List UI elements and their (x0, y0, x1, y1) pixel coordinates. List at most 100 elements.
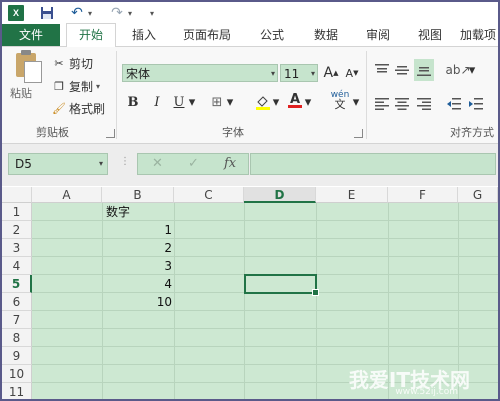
column-header-f[interactable]: F (388, 187, 458, 203)
resize-handle-icon[interactable]: ⋮ (120, 156, 130, 167)
customize-qat-icon[interactable]: ▾ (150, 5, 154, 21)
save-icon[interactable] (40, 5, 54, 21)
italic-button[interactable]: I (150, 93, 164, 111)
formula-bar: D5 ▾ ⋮ ✕ ✓ fx (2, 144, 498, 186)
phonetic-dropdown-icon[interactable]: ▾ (352, 93, 360, 111)
tab-file[interactable]: 文件 (2, 24, 60, 46)
decrease-indent-icon[interactable] (446, 95, 462, 113)
column-header-b[interactable]: B (102, 187, 174, 203)
name-box[interactable]: D5 ▾ (8, 153, 108, 175)
redo-icon[interactable]: ↷ (110, 5, 124, 21)
align-bottom-icon[interactable] (414, 59, 434, 81)
row-header-10[interactable]: 10 (2, 365, 32, 383)
copy-icon: ❐ (54, 80, 64, 93)
orientation-dropdown-icon[interactable]: ▾ (468, 61, 476, 79)
cut-button[interactable]: ✂ 剪切 (52, 55, 93, 72)
cut-label: 剪切 (69, 57, 94, 71)
borders-icon[interactable]: ⊞ (208, 93, 226, 111)
watermark-url: www.52ij.com (395, 387, 458, 397)
increase-indent-icon[interactable] (468, 95, 484, 113)
gridline (32, 346, 498, 347)
grow-font-button[interactable]: A ▲ (323, 64, 339, 82)
cell-b1[interactable]: 数字 (106, 203, 174, 221)
tab-view[interactable]: 视图 (408, 24, 452, 46)
underline-button[interactable]: U (172, 93, 186, 111)
cell-b5[interactable]: 4 (102, 275, 174, 293)
undo-dropdown-icon[interactable]: ▾ (88, 5, 92, 21)
gridline (32, 328, 498, 329)
font-launcher-icon[interactable] (354, 129, 363, 138)
shrink-font-button[interactable]: A ▼ (344, 64, 360, 82)
font-name-value: 宋体 (126, 67, 151, 81)
cancel-icon[interactable]: ✕ (152, 156, 163, 171)
align-left-icon[interactable] (374, 95, 390, 113)
column-header-e[interactable]: E (316, 187, 388, 203)
clipboard-group-label: 剪贴板 (36, 126, 69, 139)
active-cell-d5[interactable] (244, 274, 319, 296)
tab-addins[interactable]: 加载项 (460, 24, 498, 46)
insert-function-icon[interactable]: fx (224, 156, 236, 171)
paste-label: 粘贴 (10, 87, 32, 100)
cell-b2[interactable]: 1 (102, 221, 174, 239)
tab-home[interactable]: 开始 (66, 23, 116, 48)
group-divider (366, 51, 367, 139)
font-name-select[interactable]: 宋体 ▾ (122, 64, 278, 82)
tab-data[interactable]: 数据 (304, 24, 348, 46)
gridline (316, 203, 317, 399)
align-middle-icon[interactable] (394, 61, 410, 79)
row-header-2[interactable]: 2 (2, 221, 32, 239)
phonetic-guide-button[interactable]: wén 文 (328, 91, 352, 111)
column-header-a[interactable]: A (32, 187, 102, 203)
tab-insert[interactable]: 插入 (122, 24, 166, 46)
orientation-icon[interactable]: ab↗ (445, 61, 470, 79)
underline-dropdown-icon[interactable]: ▾ (188, 93, 196, 111)
align-top-icon[interactable] (374, 61, 390, 79)
cell-b4[interactable]: 3 (102, 257, 174, 275)
fill-color-dropdown-icon[interactable]: ▾ (272, 93, 280, 111)
bold-button[interactable]: B (126, 93, 140, 111)
row-header-6[interactable]: 6 (2, 293, 32, 311)
cell-b3[interactable]: 2 (102, 239, 174, 257)
borders-dropdown-icon[interactable]: ▾ (226, 93, 234, 111)
row-header-7[interactable]: 7 (2, 311, 32, 329)
align-right-icon[interactable] (416, 95, 432, 113)
align-center-icon[interactable] (394, 95, 410, 113)
copy-label: 复制 (69, 80, 94, 94)
row-header-5[interactable]: 5 (2, 275, 32, 293)
row-header-3[interactable]: 3 (2, 239, 32, 257)
font-color-dropdown-icon[interactable]: ▾ (304, 93, 312, 111)
tab-formulas[interactable]: 公式 (250, 24, 294, 46)
font-size-select[interactable]: 11 ▾ (280, 64, 318, 82)
copy-dropdown-icon[interactable]: ▾ (96, 82, 100, 91)
copy-button[interactable]: ❐ 复制 ▾ (52, 78, 100, 95)
row-header-8[interactable]: 8 (2, 329, 32, 347)
formula-input[interactable] (250, 153, 496, 175)
select-all-corner[interactable] (2, 187, 32, 203)
row-header-11[interactable]: 11 (2, 383, 32, 399)
gridline (244, 203, 245, 399)
format-painter-button[interactable]: 🖌 格式刷 (52, 100, 105, 117)
column-header-c[interactable]: C (174, 187, 244, 203)
scissors-icon: ✂ (54, 57, 64, 70)
worksheet-grid[interactable]: A B C D E F G 1 2 3 4 5 6 7 8 9 10 11 数字 (2, 187, 498, 399)
column-header-d[interactable]: D (244, 187, 316, 203)
tab-review[interactable]: 审阅 (356, 24, 400, 46)
undo-icon[interactable]: ↶ (70, 5, 84, 21)
clipboard-launcher-icon[interactable] (106, 129, 115, 138)
group-divider (116, 51, 117, 139)
paintbrush-icon: 🖌 (52, 102, 66, 115)
font-color-icon[interactable]: A (286, 91, 304, 109)
fill-color-icon[interactable] (254, 93, 272, 111)
redo-dropdown-icon[interactable]: ▾ (128, 5, 132, 21)
chevron-down-icon: ▾ (98, 159, 103, 168)
cell-b6[interactable]: 10 (102, 293, 174, 311)
ribbon: 粘贴 ✂ 剪切 ❐ 复制 ▾ 🖌 格式刷 剪贴板 宋体 ▾ 11 ▾ A ▲ A ▼… (2, 47, 498, 144)
row-header-9[interactable]: 9 (2, 347, 32, 365)
column-header-g[interactable]: G (458, 187, 498, 203)
paper-icon (24, 61, 42, 83)
paste-button[interactable]: 粘贴 (8, 50, 44, 113)
row-header-4[interactable]: 4 (2, 257, 32, 275)
enter-icon[interactable]: ✓ (188, 156, 199, 171)
row-header-1[interactable]: 1 (2, 203, 32, 221)
tab-page-layout[interactable]: 页面布局 (174, 24, 240, 46)
